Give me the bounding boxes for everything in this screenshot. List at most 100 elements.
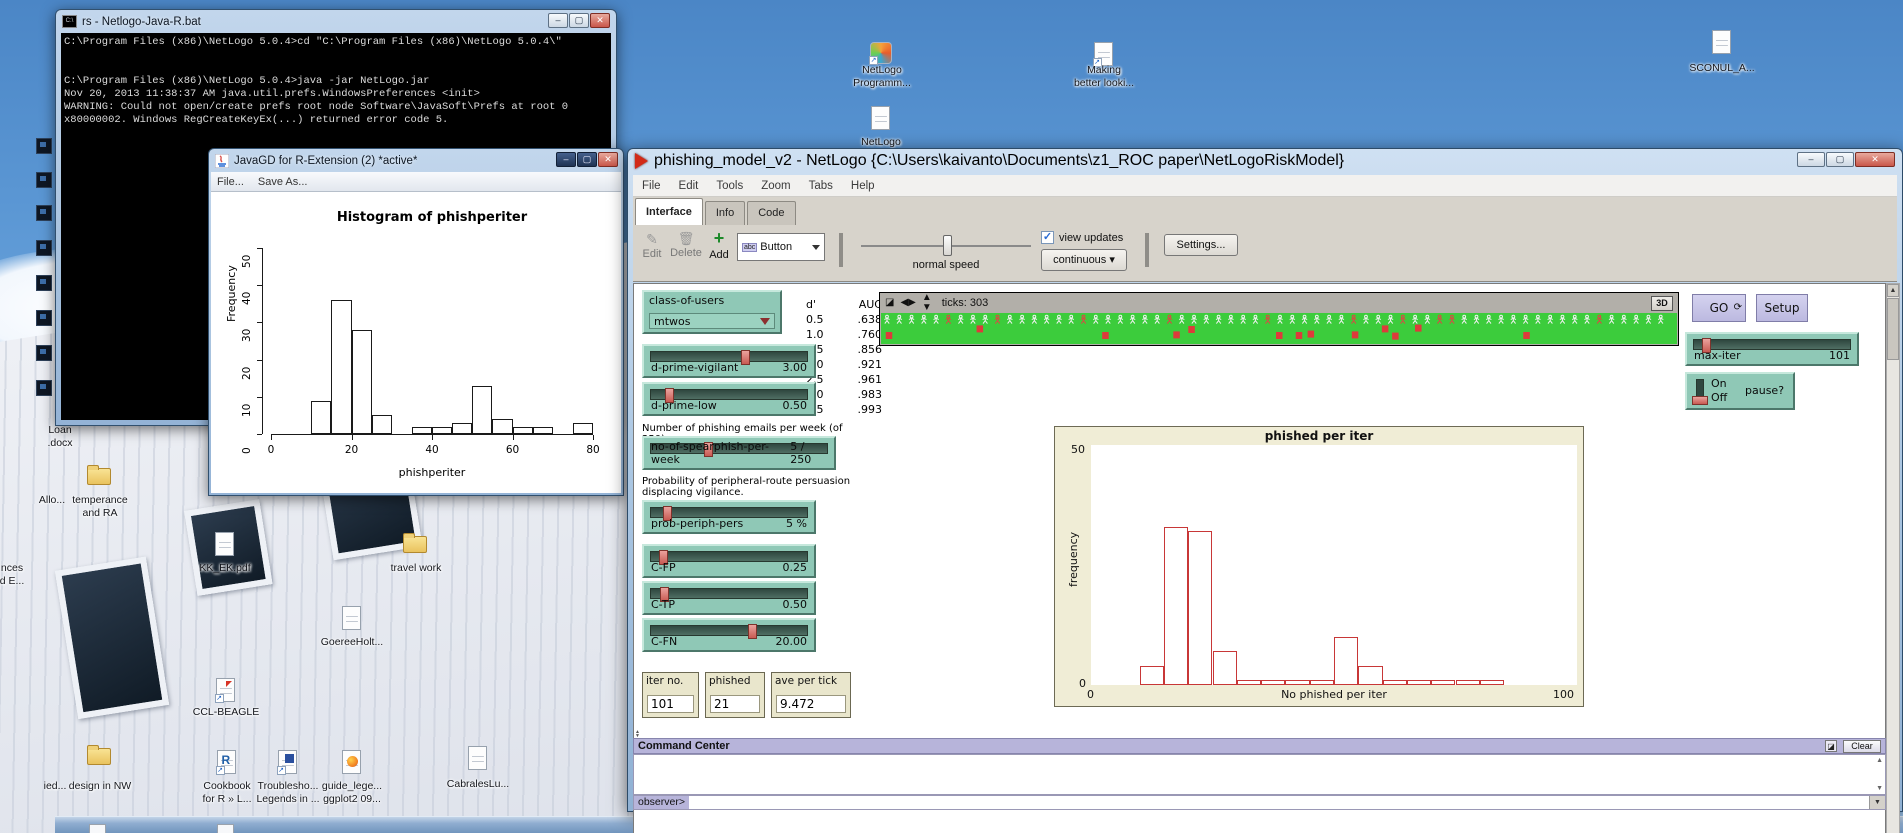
minimize-button[interactable]: –	[1797, 152, 1825, 167]
desktop-icon-partial[interactable]	[36, 138, 52, 154]
maximize-button[interactable]: ▢	[569, 13, 589, 28]
clear-button[interactable]: Clear	[1843, 740, 1881, 753]
desktop-icon-label[interactable]: better looki...	[1044, 77, 1164, 90]
desktop-icon-label[interactable]: Programm...	[822, 77, 942, 90]
switch-knob[interactable]	[1692, 396, 1708, 405]
desktop-icon-partial[interactable]	[36, 275, 52, 291]
desktop-icon-label[interactable]: nces	[0, 562, 72, 575]
command-center-header[interactable]: Command Center ◪ Clear	[633, 738, 1886, 754]
desktop-icon-label[interactable]: travel work	[356, 562, 476, 575]
desktop-icon-folder[interactable]	[87, 748, 111, 765]
maximize-button[interactable]: ▢	[1826, 152, 1854, 167]
vertical-scrollbar[interactable]: ▲ ▼	[1886, 283, 1900, 833]
observer-prompt[interactable]: observer>	[634, 796, 689, 809]
close-button[interactable]: ✕	[598, 152, 618, 167]
minimize-button[interactable]: –	[556, 152, 576, 167]
menu-file[interactable]: File...	[217, 176, 244, 188]
menu-help[interactable]: Help	[842, 180, 884, 192]
view-updates-checkbox[interactable]: ✓	[1041, 231, 1054, 244]
desktop-icon-label[interactable]: d E...	[0, 575, 72, 588]
desktop-icon-shortcut-red[interactable]: ↗	[216, 678, 235, 702]
menu-tabs[interactable]: Tabs	[800, 180, 842, 192]
desktop-icon-partial[interactable]	[36, 310, 52, 326]
update-mode-dropdown[interactable]: continuous ▾	[1041, 249, 1127, 271]
3d-button[interactable]: 3D	[1651, 296, 1673, 311]
desktop-icon-doc[interactable]	[342, 606, 361, 630]
delete-button[interactable]: 🗑 Delete	[667, 231, 705, 259]
command-center-output[interactable]: ▲ ▼	[633, 754, 1886, 795]
desktop-icon-partial[interactable]	[36, 380, 52, 396]
slider-c-fp[interactable]: C-FP0.25	[642, 544, 816, 578]
desktop-icon-partial[interactable]	[36, 205, 52, 221]
desktop-icon-label[interactable]: NetLogo	[822, 64, 942, 77]
desktop-icon-label[interactable]: guide_lege...	[292, 780, 412, 793]
go-button[interactable]: GO ⟳	[1692, 294, 1746, 322]
slider-c-fn[interactable]: C-FN20.00	[642, 618, 816, 652]
speed-slider-thumb[interactable]	[943, 235, 952, 256]
desktop-icon-partial[interactable]	[36, 345, 52, 361]
close-button[interactable]: ✕	[590, 13, 610, 28]
menu-file[interactable]: File	[633, 180, 670, 192]
popout-icon[interactable]: ◪	[1825, 740, 1837, 752]
command-input[interactable]	[689, 796, 1869, 809]
slider-no-of-spearphish-per-week[interactable]: no-of-spearphish-per-week5 / 250	[642, 436, 836, 470]
maximize-button[interactable]: ▢	[577, 152, 597, 167]
slider-max-iter[interactable]: max-iter101	[1685, 332, 1859, 366]
desktop-icon-label[interactable]: ggplot2 09...	[292, 793, 412, 806]
menu-tools[interactable]: Tools	[707, 180, 752, 192]
desktop-icon-shortcut-color[interactable]: ↗	[870, 42, 892, 64]
cmd-titlebar[interactable]: C:\ rs - Netlogo-Java-R.bat	[56, 10, 616, 33]
desktop-icon-firefox[interactable]	[342, 750, 361, 774]
setup-button[interactable]: Setup	[1756, 294, 1808, 322]
slider-d-prime-low[interactable]: d-prime-low0.50	[642, 382, 816, 416]
desktop-icon-label[interactable]: CCL-BEAGLE	[166, 706, 286, 719]
desktop-icon-label[interactable]: .docx	[0, 437, 120, 450]
scroll-up-arrow[interactable]: ▲	[1887, 284, 1899, 297]
chooser-class-of-users[interactable]: class-of-users mtwos	[642, 290, 782, 334]
desktop-icon-label[interactable]: and RA	[40, 507, 160, 520]
desktop-icon-label[interactable]: design in NW	[40, 780, 160, 793]
switch-pause[interactable]: On Off pause?	[1685, 372, 1795, 410]
scroll-down-arrow[interactable]: ▼	[1876, 785, 1883, 792]
desktop-icon-label[interactable]: temperance	[40, 494, 160, 507]
desktop-icon-partial[interactable]	[36, 172, 52, 188]
tab-interface[interactable]: Interface	[635, 198, 703, 225]
desktop-icon-label[interactable]: SCONUL_A...	[1662, 62, 1782, 75]
desktop-icon-doc[interactable]	[1712, 30, 1731, 54]
settings-button[interactable]: Settings...	[1164, 234, 1238, 256]
minimize-button[interactable]: –	[548, 13, 568, 28]
world-grid[interactable]	[881, 313, 1677, 344]
desktop-icon-doc[interactable]	[871, 106, 890, 130]
desktop-icon-label[interactable]: KK_EK.pdf	[165, 562, 285, 575]
desktop-icon-shortcut-blue[interactable]: ↗	[278, 750, 297, 774]
slider-prob-periph-pers[interactable]: prob-periph-pers5 %	[642, 500, 816, 534]
splitter-arrows[interactable]: ▲▼	[635, 730, 640, 738]
horizontal-arrows-icon[interactable]: ◀▶	[900, 298, 915, 308]
chevron-down-icon[interactable]: ▼	[1869, 796, 1885, 809]
add-button[interactable]: + Add	[705, 228, 733, 261]
menu-save-as[interactable]: Save As...	[258, 176, 308, 188]
menu-edit[interactable]: Edit	[670, 180, 708, 192]
desktop-icon-label[interactable]: CabralesLu...	[418, 778, 538, 791]
desktop-icon-label[interactable]: GoereeHolt...	[292, 636, 412, 649]
tab-info[interactable]: Info	[705, 201, 745, 225]
desktop-icon-stub[interactable]	[217, 824, 234, 833]
desktop-icon-folder[interactable]	[403, 536, 427, 553]
slider-d-prime-vigilant[interactable]: d-prime-vigilant3.00	[642, 344, 816, 378]
netlogo-titlebar[interactable]: phishing_model_v2 - NetLogo {C:\Users\ka…	[628, 149, 1902, 173]
desktop-icon-stub[interactable]	[89, 824, 106, 833]
desktop-icon-partial[interactable]	[36, 240, 52, 256]
world-view[interactable]: ◪ ◀▶ ▲▼ ticks: 303 3D	[879, 292, 1679, 346]
edit-button[interactable]: ✎ Edit	[639, 231, 665, 260]
desktop-icon-shortcut-r[interactable]: R↗	[217, 750, 236, 774]
slider-c-tp[interactable]: C-TP0.50	[642, 581, 816, 615]
resize-icon[interactable]: ◪	[885, 298, 894, 308]
menu-zoom[interactable]: Zoom	[752, 180, 799, 192]
desktop-icon-folder[interactable]	[87, 468, 111, 485]
desktop-icon-doc[interactable]	[468, 746, 487, 770]
tab-code[interactable]: Code	[747, 201, 795, 225]
widget-type-dropdown[interactable]: abc Button	[737, 233, 825, 261]
scroll-thumb[interactable]	[1887, 298, 1899, 360]
desktop-icon-doc[interactable]	[215, 532, 234, 556]
vertical-arrows-icon[interactable]: ▲▼	[922, 293, 930, 313]
